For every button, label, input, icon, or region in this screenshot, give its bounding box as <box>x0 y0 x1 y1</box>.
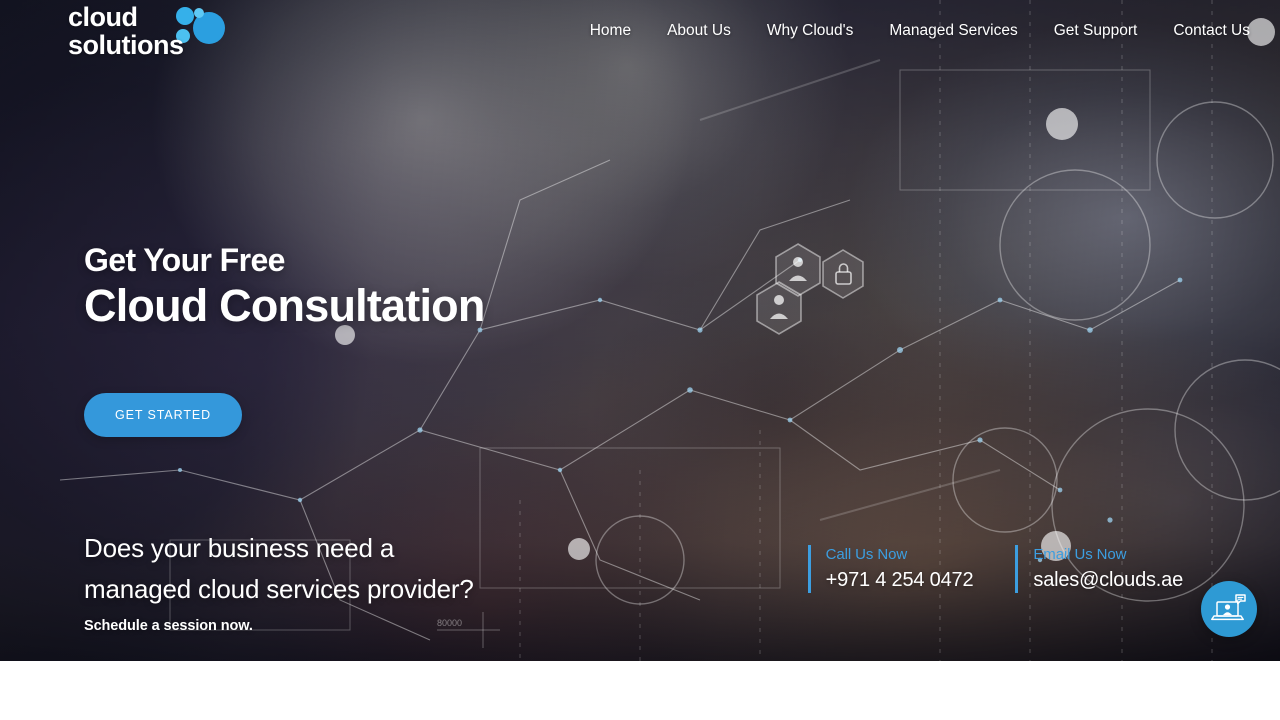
nav-item-get-support[interactable]: Get Support <box>1036 16 1156 46</box>
contact-email-label: Email Us Now <box>1033 546 1127 563</box>
hero-content: Get Your Free Cloud Consultation GET STA… <box>84 242 485 437</box>
hero-lower-band: Does your business need a managed cloud … <box>0 520 1280 650</box>
hero-section: 80000 cloud solutions Home About Us Why … <box>0 0 1280 661</box>
contact-email[interactable]: Email Us Now sales@clouds.ae <box>1015 545 1183 593</box>
contact-phone-label: Call Us Now <box>825 546 908 563</box>
contact-phone-value[interactable]: +971 4 254 0472 <box>826 567 974 593</box>
logo-wordmark: cloud solutions <box>68 2 184 60</box>
logo-line-2: solutions <box>68 30 184 60</box>
logo-line-1: cloud <box>68 2 138 32</box>
consultation-prompt: Does your business need a managed cloud … <box>84 528 474 634</box>
nav-item-about-us[interactable]: About Us <box>649 16 749 46</box>
contact-email-value[interactable]: sales@clouds.ae <box>1033 567 1183 593</box>
site-header: cloud solutions Home About Us Why Cloud'… <box>0 0 1280 62</box>
nav-item-home[interactable]: Home <box>572 16 649 46</box>
prompt-subtext: Schedule a session now. <box>84 618 253 634</box>
prompt-line-2: managed cloud services provider? <box>84 574 474 604</box>
hero-headline-small: Get Your Free <box>84 242 285 278</box>
laptop-support-chat-icon <box>1211 594 1246 621</box>
hero-headline-large: Cloud Consultation <box>84 279 485 331</box>
prompt-line-1: Does your business need a <box>84 533 395 563</box>
contact-blocks: Call Us Now +971 4 254 0472 Email Us Now… <box>807 545 1183 593</box>
contact-phone[interactable]: Call Us Now +971 4 254 0472 <box>807 545 974 593</box>
nav-item-contact-us[interactable]: Contact Us <box>1155 16 1250 46</box>
site-logo[interactable]: cloud solutions <box>68 2 225 60</box>
nav-item-managed-services[interactable]: Managed Services <box>871 16 1035 46</box>
main-navigation: Home About Us Why Cloud's Managed Servic… <box>572 16 1250 46</box>
live-support-chat-button[interactable] <box>1201 581 1257 637</box>
get-started-button[interactable]: GET STARTED <box>84 392 243 437</box>
page-content-below-hero <box>0 661 1280 720</box>
nav-item-why-clouds[interactable]: Why Cloud's <box>749 16 872 46</box>
